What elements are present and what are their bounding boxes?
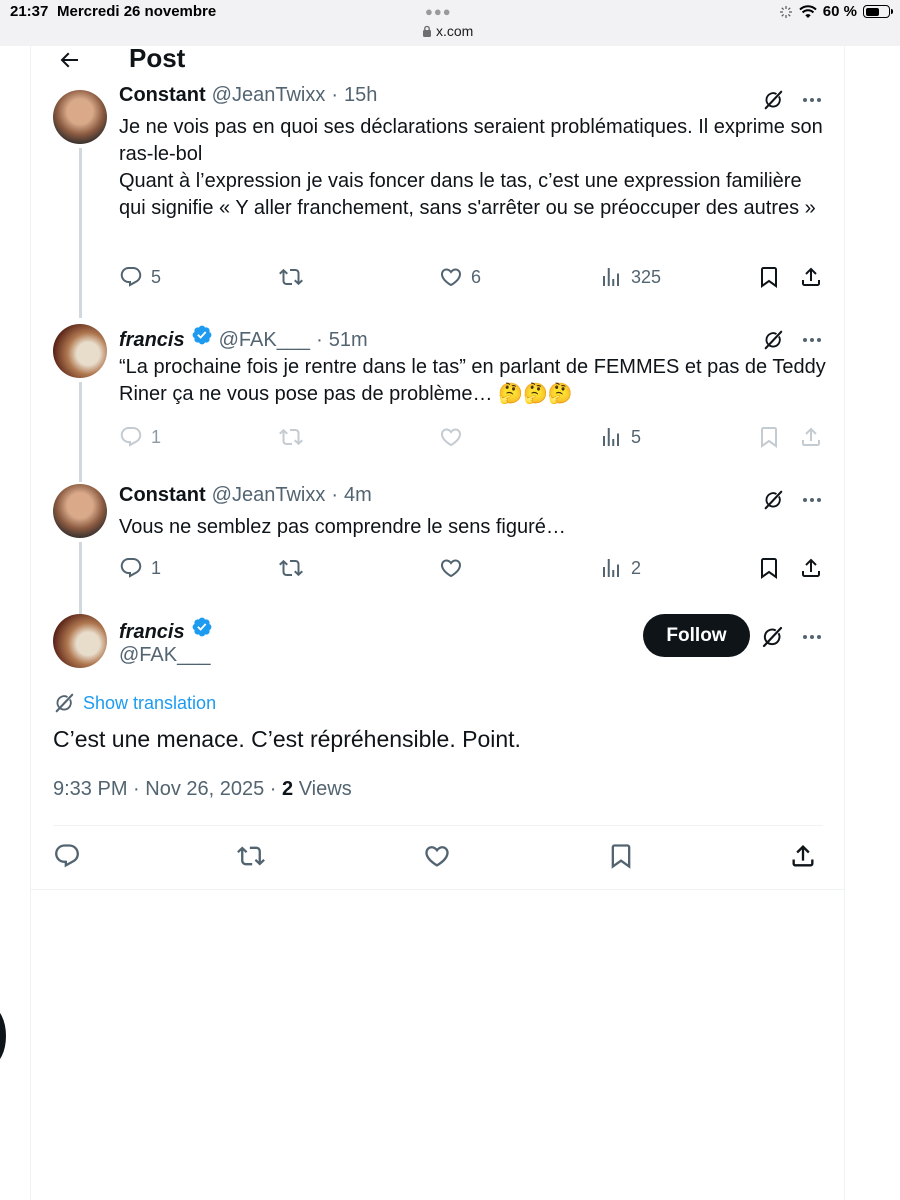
post-meta: francis @FAK___ · 51m [119, 324, 368, 352]
bookmark-button[interactable] [757, 265, 781, 289]
repost-button[interactable] [279, 265, 303, 289]
post-header: Post [31, 46, 844, 82]
views-button[interactable]: 5 [599, 425, 641, 449]
author-handle[interactable]: @FAK___ [119, 644, 210, 667]
floating-button-edge[interactable] [0, 1008, 6, 1064]
grok-icon[interactable] [762, 489, 784, 511]
reply-button[interactable] [53, 842, 81, 870]
post-time[interactable]: 51m [329, 329, 368, 352]
repost-button[interactable] [279, 425, 303, 449]
more-icon[interactable] [800, 488, 824, 512]
avatar-constant[interactable] [53, 90, 107, 144]
ios-status-bar: 21:37 Mercredi 26 novembre ●●● x.com 60 … [0, 0, 900, 46]
reply-button[interactable]: 5 [119, 265, 161, 289]
like-button[interactable] [439, 425, 463, 449]
post-meta: Constant @JeanTwixx · 15h [119, 84, 378, 107]
like-button[interactable] [423, 842, 451, 870]
main-post: francis @FAK___ Follow Show translation … [31, 614, 844, 894]
follow-button[interactable]: Follow [643, 614, 750, 657]
thread-reply-1[interactable]: Constant @JeanTwixx · 15h Je ne vois pas… [31, 46, 844, 318]
wifi-icon [799, 4, 817, 18]
author-name[interactable]: Constant [119, 84, 206, 107]
post-text: Je ne vois pas en quoi ses déclarations … [119, 116, 823, 219]
post-time[interactable]: 4m [344, 484, 372, 507]
reply-button[interactable]: 1 [119, 425, 161, 449]
divider [31, 889, 844, 890]
thread-connector [79, 382, 82, 482]
grok-icon[interactable] [760, 625, 784, 649]
verified-badge-icon [191, 324, 213, 346]
avatar-francis[interactable] [53, 324, 107, 378]
divider [53, 825, 823, 826]
post-actions: 1 5 [119, 425, 825, 453]
share-button[interactable] [799, 556, 823, 580]
post-actions: 1 2 [119, 556, 825, 584]
battery-percent: 60 % [822, 3, 857, 20]
author-handle[interactable]: @JeanTwixx [212, 84, 326, 107]
repost-button[interactable] [279, 556, 303, 580]
like-button[interactable]: 6 [439, 265, 481, 289]
post-text: “La prochaine fois je rentre dans le tas… [119, 356, 826, 405]
post-text: Vous ne semblez pas comprendre le sens f… [119, 516, 566, 538]
post-time[interactable]: 15h [344, 84, 377, 107]
author-handle[interactable]: @FAK___ [219, 329, 310, 352]
tab-dots-icon[interactable]: ●●● [425, 4, 452, 19]
more-icon[interactable] [800, 328, 824, 352]
translate-icon [53, 692, 75, 714]
post-top-icons [762, 88, 824, 112]
post-author-handle: @FAK___ [119, 644, 210, 667]
show-translation-link[interactable]: Show translation [53, 692, 216, 714]
share-button[interactable] [799, 265, 823, 289]
back-arrow-icon[interactable] [55, 46, 83, 74]
views-button[interactable]: 325 [599, 265, 661, 289]
author-handle[interactable]: @JeanTwixx [212, 484, 326, 507]
address-bar[interactable]: x.com [422, 23, 473, 39]
grok-icon[interactable] [762, 89, 784, 111]
post-author: francis [119, 616, 213, 644]
author-name[interactable]: Constant [119, 484, 206, 507]
post-top-icons [760, 625, 824, 649]
avatar-francis[interactable] [53, 614, 107, 668]
post-top-icons [762, 328, 824, 352]
share-button[interactable] [799, 425, 823, 449]
post-text: C’est une menace. C’est répréhensible. P… [53, 726, 521, 752]
reply-button[interactable]: 1 [119, 556, 161, 580]
bookmark-button[interactable] [757, 425, 781, 449]
post-top-icons [762, 488, 824, 512]
more-icon[interactable] [800, 625, 824, 649]
thread-connector [79, 148, 82, 318]
share-button[interactable] [789, 842, 817, 870]
post-timestamp: 9:33 PM · Nov 26, 2025 · 2 Views [53, 778, 352, 800]
status-date: Mercredi 26 novembre [57, 3, 217, 20]
like-button[interactable] [439, 556, 463, 580]
thread-reply-3[interactable]: Constant @JeanTwixx · 4m Vous ne semblez… [31, 476, 845, 630]
status-right: 60 % [779, 3, 893, 20]
more-icon[interactable] [800, 88, 824, 112]
grok-icon[interactable] [762, 329, 784, 351]
page-title: Post [129, 46, 186, 73]
post-actions: 5 6 325 [119, 265, 825, 293]
thread-reply-2[interactable]: francis @FAK___ · 51m “La prochaine fois… [31, 316, 844, 482]
bookmark-button[interactable] [607, 842, 635, 870]
post-column: Post Constant @JeanTwixx · 15h Je ne voi… [30, 46, 845, 1200]
battery-icon [863, 5, 893, 18]
author-name[interactable]: francis [119, 329, 185, 352]
lock-icon [423, 25, 431, 37]
author-name[interactable]: francis [119, 621, 185, 644]
bookmark-button[interactable] [757, 556, 781, 580]
views-button[interactable]: 2 [599, 556, 641, 580]
repost-button[interactable] [237, 842, 265, 870]
post-meta: Constant @JeanTwixx · 4m [119, 484, 372, 507]
status-time: 21:37 [10, 3, 49, 20]
main-post-actions [53, 842, 823, 872]
moon-sync-icon [779, 5, 792, 18]
verified-badge-icon [191, 616, 213, 638]
url-text: x.com [436, 23, 474, 39]
views-label: Views [298, 778, 352, 800]
views-count: 2 [282, 778, 294, 800]
avatar-constant[interactable] [53, 484, 107, 538]
